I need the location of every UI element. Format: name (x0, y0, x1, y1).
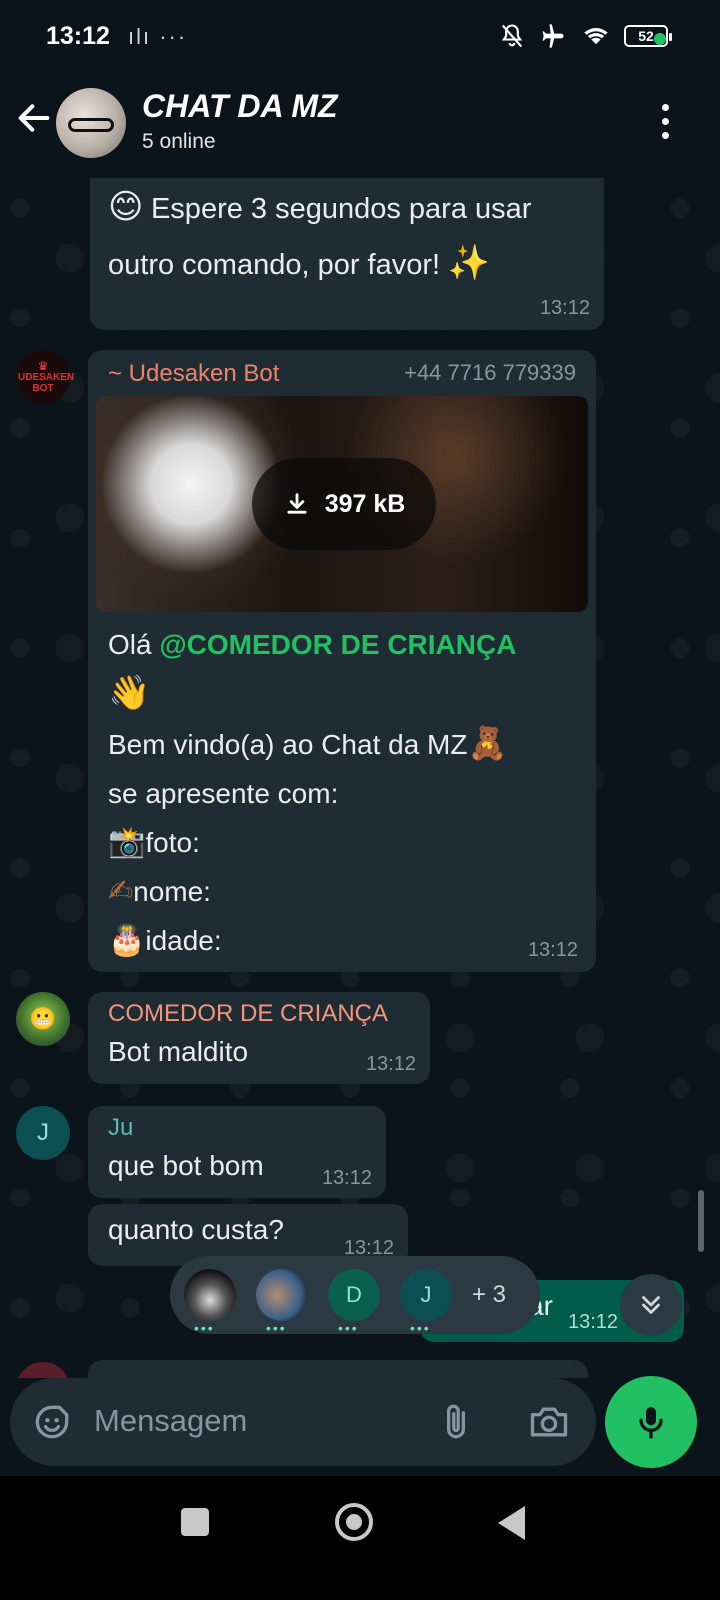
teddy-bear-emoji-icon: 🧸 (467, 724, 508, 762)
status-bar: 13:12 ılı ··· 52 (0, 0, 720, 76)
back-icon[interactable] (498, 1506, 525, 1540)
airplane-icon (542, 24, 564, 48)
user-avatar-comedor[interactable]: 😬 (16, 992, 70, 1046)
camera-icon[interactable] (526, 1400, 572, 1444)
camera-flash-emoji-icon: 📸 (108, 825, 146, 860)
message-welcome[interactable]: ~ Udesaken Bot +44 7716 779339 397 kB Ol… (88, 350, 596, 972)
message-comedor[interactable]: COMEDOR DE CRIANÇA Bot maldito 13:12 (88, 992, 430, 1084)
message-text: outro comando, por favor! (108, 249, 441, 281)
message-body: Olá @COMEDOR DE CRIANÇA 👋 Bem vindo(a) a… (108, 629, 517, 958)
status-time: 13:12 (46, 22, 110, 50)
home-icon[interactable] (335, 1503, 373, 1541)
message-time: 13:12 (527, 939, 578, 961)
system-nav-bar (0, 1476, 720, 1600)
sender-phone[interactable]: +44 7716 779339 (404, 360, 576, 386)
message-text: quanto custa? (108, 1214, 284, 1245)
writing-hand-emoji-icon: ✍ (108, 874, 134, 909)
message-input[interactable] (94, 1398, 394, 1444)
more-options-icon[interactable] (660, 104, 670, 140)
typing-more-count: + 3 (472, 1281, 507, 1308)
wave-emoji-icon: 👋 (108, 673, 151, 713)
message-sender[interactable]: Ju (108, 1114, 133, 1142)
status-icons: 52 (498, 22, 672, 50)
chat-online-count: 5 online (142, 130, 216, 153)
chat-title[interactable]: CHAT DA MZ (142, 88, 338, 125)
typing-users-bar[interactable]: ••• ••• D ••• J ••• + 3 (170, 1256, 540, 1335)
message-sender[interactable]: COMEDOR DE CRIANÇA (108, 1000, 388, 1028)
chat-messages-area[interactable]: 😊 Espere 3 segundos para usar outro coma… (0, 178, 720, 1378)
message-time: 13:12 (568, 1311, 619, 1333)
message-composer (10, 1378, 596, 1466)
birthday-cake-emoji-icon: 🎂 (108, 923, 146, 958)
privacy-indicator-dot (654, 33, 666, 45)
sticker-icon[interactable] (30, 1400, 74, 1444)
user-mention[interactable]: @COMEDOR DE CRIANÇA (159, 629, 516, 660)
message-text: Espere 3 segundos para usar (150, 193, 532, 225)
back-arrow-icon[interactable] (14, 98, 54, 138)
partial-message (88, 1360, 588, 1378)
message-time: 13:12 (539, 297, 590, 319)
message-text: que bot bom (108, 1150, 264, 1181)
status-activity-icon: ılı ··· (128, 24, 188, 49)
download-media-button[interactable]: 397 kB (252, 458, 436, 550)
wifi-icon (584, 28, 608, 45)
microphone-icon (639, 1407, 663, 1439)
attach-icon[interactable] (434, 1398, 478, 1446)
typing-avatar-3: D ••• (328, 1269, 380, 1335)
message-time: 13:12 (365, 1053, 416, 1075)
message-bot-notice[interactable]: 😊 Espere 3 segundos para usar outro coma… (90, 178, 604, 330)
typing-avatar-4: J ••• (400, 1269, 452, 1335)
group-avatar[interactable] (56, 88, 126, 158)
media-image-thumbnail[interactable]: 397 kB (96, 396, 588, 612)
download-icon (287, 493, 307, 514)
media-size: 397 kB (324, 489, 406, 518)
scroll-to-bottom-button[interactable] (620, 1274, 682, 1336)
smile-emoji-icon: 😊 (108, 187, 144, 227)
typing-avatar-1: ••• (184, 1269, 236, 1335)
message-text: Bot maldito (108, 1036, 249, 1067)
double-chevron-down-icon (642, 1296, 660, 1314)
muted-bell-icon (501, 24, 523, 48)
user-avatar-ju[interactable]: J (16, 1106, 70, 1160)
scrollbar[interactable] (698, 1190, 704, 1252)
message-ju-1[interactable]: Ju que bot bom 13:12 (88, 1106, 386, 1198)
recents-icon[interactable] (181, 1508, 209, 1536)
message-sender[interactable]: ~ Udesaken Bot (108, 360, 279, 388)
bot-avatar[interactable]: ♛ UDESAKEN BOT (16, 350, 74, 404)
sparkles-emoji-icon: ✨ (447, 243, 490, 283)
chat-header: CHAT DA MZ 5 online (0, 76, 720, 178)
typing-avatar-2: ••• (256, 1269, 308, 1335)
partial-avatar (16, 1362, 70, 1378)
voice-message-button[interactable] (605, 1376, 697, 1468)
message-time: 13:12 (321, 1167, 372, 1189)
